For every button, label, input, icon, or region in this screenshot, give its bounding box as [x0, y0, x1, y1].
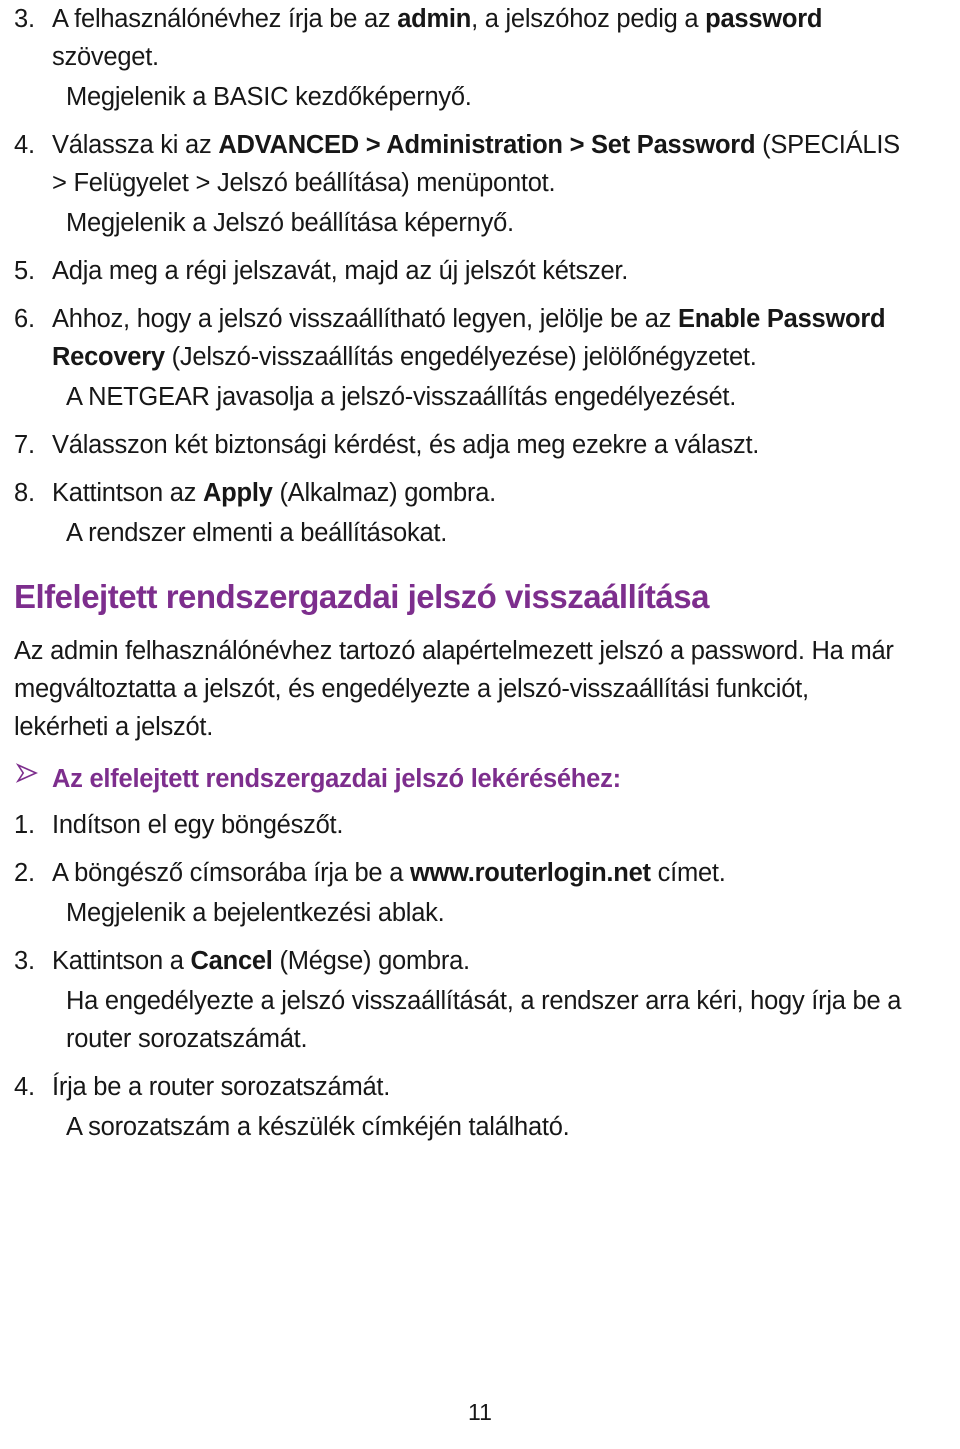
emphasis-text: Apply: [203, 479, 273, 507]
list-item-note: Megjelenik a bejelentkezési ablak.: [66, 899, 445, 927]
list-item: 2. A böngésző címsorába írja be a www.rou…: [0, 854, 960, 892]
list-item-text: Írja be a router sorozatszámát.: [52, 1068, 920, 1106]
list-item-spacer: [0, 244, 960, 252]
list-item-number: 2.: [14, 859, 35, 887]
emphasis-text: www.routerlogin.net: [409, 859, 651, 887]
list-item: 7. Válasszon két biztonsági kérdést, és a…: [0, 426, 960, 464]
list-item-note: A rendszer elmenti a beállításokat.: [66, 519, 448, 547]
steps-top-list: 3. A felhasználónévhez írja be az admin, …: [0, 0, 960, 562]
plain-text: Indítson el egy böngészőt.: [52, 811, 344, 839]
plain-text: szöveget.: [52, 43, 159, 71]
list-item-text: Adja meg a régi jelszavát, majd az új je…: [52, 252, 920, 290]
plain-text: (Jelszó-visszaállítás engedélyezése) jel…: [164, 343, 757, 371]
emphasis-text: Cancel: [190, 947, 273, 975]
list-item-number: 6.: [14, 305, 35, 333]
list-item-spacer: [0, 292, 960, 300]
spacer-after-heading: [0, 618, 960, 632]
list-item-text: Válassza ki az ADVANCED > Administration…: [52, 126, 920, 202]
arrow-subheading-label: Az elfelejtett rendszergazdai jelszó lek…: [52, 765, 621, 793]
list-item-text: Indítson el egy böngészőt.: [52, 806, 920, 844]
spacer-after-arrow: [0, 798, 960, 806]
plain-text: (Alkalmaz) gombra.: [272, 479, 497, 507]
section-paragraph: Az admin felhasználónévhez tartozó alapé…: [14, 637, 894, 741]
list-item-text: Kattintson a Cancel (Mégse) gombra.: [52, 942, 920, 980]
list-item-spacer: [0, 466, 960, 474]
page-number: 11: [468, 1399, 492, 1425]
plain-text: Ahhoz, hogy a jelszó visszaállítható leg…: [52, 305, 678, 333]
plain-text: Kattintson az: [52, 479, 204, 507]
list-item: 3. A felhasználónévhez írja be az admin, …: [0, 0, 960, 76]
page-content: 3. A felhasználónévhez írja be az admin, …: [0, 0, 960, 1156]
list-item: 4. Válassza ki az ADVANCED > Administrati…: [0, 126, 960, 202]
list-item-number: 8.: [14, 479, 35, 507]
steps-bottom-list: 1. Indítson el egy böngészőt. 2. A böngésző…: [0, 806, 960, 1156]
list-item-text: Válasszon két biztonsági kérdést, és adj…: [52, 426, 920, 464]
list-item: 8. Kattintson az Apply (Alkalmaz) gombra.: [0, 474, 960, 512]
list-item-text: A felhasználónévhez írja be az admin, a …: [52, 0, 920, 76]
emphasis-text: ADVANCED > Administration > Set Password: [218, 131, 756, 159]
list-item-note: Ha engedélyezte a jelszó visszaállítását…: [66, 987, 902, 1053]
section-heading: Elfelejtett rendszergazdai jelszó vissza…: [14, 578, 709, 615]
plain-text: Válasszon két biztonsági kérdést, és adj…: [52, 431, 760, 459]
list-item: 3. Kattintson a Cancel (Mégse) gombra.: [0, 942, 960, 980]
list-item-spacer: [0, 846, 960, 854]
emphasis-text: admin: [397, 5, 472, 33]
emphasis-text: password: [705, 5, 823, 33]
list-item-number: 4.: [14, 1073, 35, 1101]
list-item-spacer: [0, 118, 960, 126]
list-item-number: 5.: [14, 257, 35, 285]
list-item-text: A böngésző címsorába írja be a www.route…: [52, 854, 920, 892]
list-item-text: Kattintson az Apply (Alkalmaz) gombra.: [52, 474, 920, 512]
plain-text: (Mégse) gombra.: [272, 947, 470, 975]
list-item-number: 7.: [14, 431, 35, 459]
list-item-spacer: [0, 1060, 960, 1068]
list-item-text: Ahhoz, hogy a jelszó visszaállítható leg…: [52, 300, 920, 376]
plain-text: Válassza ki az: [52, 131, 219, 159]
list-item-spacer: [0, 554, 960, 562]
list-item-note: A NETGEAR javasolja a jelszó-visszaállít…: [66, 383, 737, 411]
list-item-spacer: [0, 934, 960, 942]
list-item-number: 3.: [14, 5, 35, 33]
list-item-note: Megjelenik a BASIC kezdőképernyő.: [66, 83, 472, 111]
document-page: 3. A felhasználónévhez írja be az admin, …: [0, 0, 960, 1449]
spacer-before-arrow: [0, 746, 960, 760]
plain-text: Adja meg a régi jelszavát, majd az új je…: [52, 257, 629, 285]
list-item-spacer: [0, 1148, 960, 1156]
list-item-number: 4.: [14, 131, 35, 159]
arrow-subheading: Az elfelejtett rendszergazdai jelszó lek…: [0, 760, 960, 798]
list-item-note: Megjelenik a Jelszó beállítása képernyő.: [66, 209, 514, 237]
list-item: 6. Ahhoz, hogy a jelszó visszaállítható l…: [0, 300, 960, 376]
plain-text: A böngésző címsorába írja be a: [52, 859, 410, 887]
list-item-spacer: [0, 418, 960, 426]
list-item-number: 1.: [14, 811, 35, 839]
plain-text: Kattintson a: [52, 947, 191, 975]
arrow-right-outline-icon: [0, 760, 52, 786]
plain-text: Írja be a router sorozatszámát.: [52, 1073, 391, 1101]
spacer-before-heading: [0, 562, 960, 576]
plain-text: címet.: [650, 859, 726, 887]
list-item-number: 3.: [14, 947, 35, 975]
list-item: 1. Indítson el egy böngészőt.: [0, 806, 960, 844]
list-item: 4. Írja be a router sorozatszámát.: [0, 1068, 960, 1106]
plain-text: , a jelszóhoz pedig a: [471, 5, 706, 33]
plain-text: A felhasználónévhez írja be az: [52, 5, 398, 33]
list-item: 5. Adja meg a régi jelszavát, majd az új …: [0, 252, 960, 290]
list-item-note: A sorozatszám a készülék címkéjén találh…: [66, 1113, 570, 1141]
